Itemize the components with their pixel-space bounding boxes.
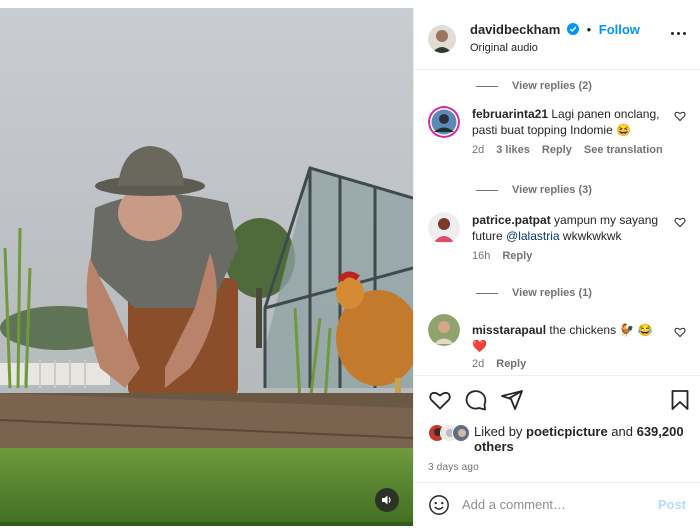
comment-text: wkwkwkwk — [559, 229, 622, 243]
comment-time[interactable]: 16h — [472, 250, 490, 262]
comments-list[interactable]: View replies (2) februarinta21 Lagi pane… — [414, 70, 700, 375]
reply-button[interactable]: Reply — [502, 250, 532, 262]
post-comment-button[interactable]: Post — [658, 497, 686, 512]
liked-by-prefix: Liked by — [474, 424, 527, 439]
avatar-image — [428, 314, 460, 346]
video-frame — [0, 8, 413, 526]
header-separator: • — [586, 21, 592, 37]
more-options-icon[interactable] — [671, 32, 686, 35]
view-replies-button[interactable]: View replies (1) — [476, 287, 592, 299]
comment-likes[interactable]: 3 likes — [496, 144, 530, 156]
instagram-post: davidbeckham • Follow Original audio Vie… — [0, 0, 700, 528]
reply-button[interactable]: Reply — [496, 358, 526, 370]
likes-summary: Liked by poeticpicture and 639,200 other… — [414, 424, 700, 454]
comment-item: patrice.patpat yampun my sayang future @… — [428, 212, 686, 262]
commenter-avatar[interactable] — [428, 212, 460, 244]
comment-username[interactable]: februarinta21 — [472, 107, 548, 121]
post-side-panel: davidbeckham • Follow Original audio Vie… — [413, 8, 700, 526]
view-replies-button[interactable]: View replies (2) — [476, 80, 592, 92]
comment-input[interactable]: Add a comment… — [462, 497, 658, 512]
follow-button[interactable]: Follow — [599, 22, 640, 37]
author-avatar[interactable] — [428, 24, 456, 53]
post-video[interactable] — [0, 8, 413, 526]
action-bar — [414, 376, 700, 424]
comment-username[interactable]: patrice.patpat — [472, 213, 551, 227]
original-audio-link[interactable]: Original audio — [470, 40, 640, 56]
avatar-image — [453, 425, 469, 441]
avatar-image — [428, 106, 460, 138]
verified-badge-icon — [566, 22, 579, 35]
comment-composer: Add a comment… Post — [414, 482, 700, 526]
commenter-avatar[interactable] — [428, 106, 460, 138]
liked-by-middle: and — [607, 424, 637, 439]
author-username[interactable]: davidbeckham — [470, 22, 560, 37]
comment-mention-link[interactable]: @lalastria — [506, 229, 560, 243]
comment-like-heart-icon[interactable] — [674, 326, 686, 338]
post-timestamp[interactable]: 3 days ago — [414, 462, 700, 473]
comment-item: februarinta21 Lagi panen onclang, pasti … — [428, 106, 686, 156]
emoji-icon[interactable] — [428, 494, 450, 516]
reply-button[interactable]: Reply — [542, 144, 572, 156]
comment-username[interactable]: misstarapaul — [472, 323, 546, 337]
post-actions-section: Liked by poeticpicture and 639,200 other… — [414, 375, 700, 473]
comment-icon[interactable] — [464, 388, 488, 412]
post-header: davidbeckham • Follow Original audio — [414, 8, 700, 70]
avatar-image — [428, 24, 456, 53]
liked-by-user[interactable]: poeticpicture — [526, 424, 608, 439]
share-icon[interactable] — [500, 388, 524, 412]
sound-toggle-button[interactable] — [375, 488, 399, 512]
comment-like-heart-icon[interactable] — [674, 216, 686, 228]
video-progress-bar[interactable] — [0, 522, 413, 526]
view-replies-button[interactable]: View replies (3) — [476, 184, 592, 196]
comment-like-heart-icon[interactable] — [674, 110, 686, 122]
comment-item: misstarapaul the chickens 🐓 😂❤️ 2d Reply — [428, 314, 686, 370]
avatar-image — [428, 212, 460, 244]
heart-icon[interactable] — [428, 388, 452, 412]
liker-avatars[interactable] — [428, 424, 470, 444]
bookmark-icon[interactable] — [668, 388, 692, 412]
comment-time[interactable]: 2d — [472, 358, 484, 370]
speaker-icon — [382, 495, 391, 505]
see-translation-button[interactable]: See translation — [584, 144, 663, 156]
comment-time[interactable]: 2d — [472, 144, 484, 156]
commenter-avatar[interactable] — [428, 314, 460, 346]
